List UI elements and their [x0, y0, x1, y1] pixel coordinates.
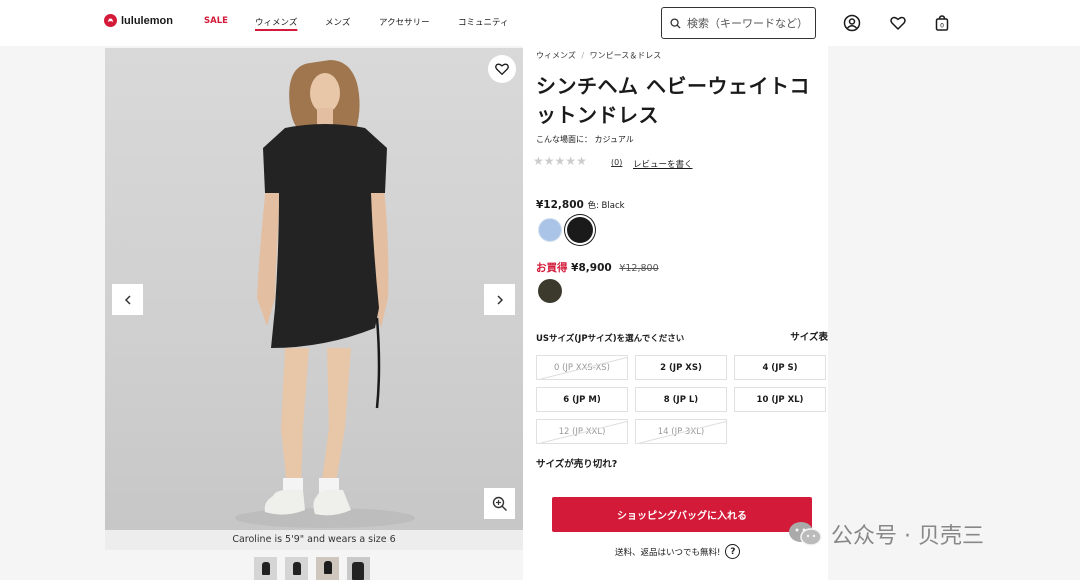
size-option[interactable]: 10 (JP XL) [734, 387, 826, 412]
size-label: 2 (JP XS) [660, 362, 702, 373]
watermark-text: 公众号 · 贝壳三 [831, 524, 984, 549]
price-value: ¥12,800 [536, 199, 584, 211]
size-label: 4 (JP S) [762, 362, 798, 373]
product-title: シンチヘム ヘビーウェイトコットンドレス [536, 74, 810, 127]
swatch-olive[interactable] [538, 279, 562, 303]
breadcrumb-item[interactable]: ウィメンズ [536, 51, 576, 60]
size-chart-link[interactable]: サイズ表 [790, 329, 828, 343]
original-price: ¥12,800 [619, 263, 659, 274]
size-label: 6 (JP M) [563, 394, 601, 405]
size-heading: USサイズ(JPサイズ)を選んでください [536, 334, 685, 344]
rating-stars: ★★★★★ [533, 154, 587, 168]
brand-name: lululemon [121, 14, 173, 27]
zoom-in-icon [492, 496, 507, 511]
review-count[interactable]: (0) [611, 158, 622, 167]
size-option[interactable]: 6 (JP M) [536, 387, 628, 412]
watermark: 公众号 · 贝壳三 [787, 518, 984, 550]
bag-count: 0 [940, 23, 944, 30]
add-to-bag-button[interactable]: ショッピングバッグに入れる [552, 497, 812, 532]
sale-price-line: お買得 ¥8,900 ¥12,800 [536, 260, 659, 275]
chevron-left-icon [124, 294, 131, 305]
nav-item-accessories[interactable]: アクセサリー [379, 16, 430, 28]
sale-price: ¥8,900 [571, 262, 612, 274]
size-option[interactable]: 12 (JP XXL) [536, 419, 628, 444]
previous-image-button[interactable] [112, 284, 143, 315]
wishlist-heart-icon[interactable] [889, 14, 907, 32]
occasion-text: こんな場面に： カジュアル [536, 135, 634, 144]
breadcrumb: ウィメンズ / ワンピース＆ドレス [536, 50, 661, 61]
size-option[interactable]: 4 (JP S) [734, 355, 826, 380]
heart-icon [495, 63, 509, 75]
brand-logo[interactable]: lululemon [104, 14, 173, 27]
size-label: 0 (JP XXS-XS) [554, 362, 610, 373]
star-icon: ★ [576, 154, 587, 168]
thumbnail[interactable] [316, 557, 339, 580]
nav-item-community[interactable]: コミュニティ [458, 16, 509, 28]
shipping-text: 送料、返品はいつでも無料! [615, 547, 721, 558]
shopping-bag-icon[interactable]: 0 [933, 14, 951, 32]
wechat-icon [789, 522, 822, 546]
nav-item-mens[interactable]: メンズ [325, 16, 350, 28]
star-icon: ★ [554, 154, 566, 168]
nav-item-womens[interactable]: ウィメンズ [255, 16, 297, 28]
write-review-link[interactable]: レビューを書く [633, 158, 693, 170]
breadcrumb-separator: / [581, 51, 585, 60]
size-label: 10 (JP XL) [756, 394, 804, 405]
product-photo [235, 60, 415, 528]
size-option[interactable]: 0 (JP XXS-XS) [536, 355, 628, 380]
site-header: lululemon SALE ウィメンズ メンズ アクセサリー コミュニティ 0 [0, 0, 1080, 46]
size-label: 12 (JP XXL) [558, 426, 606, 437]
thumbnail-strip [254, 557, 370, 580]
size-label: 8 (JP L) [663, 394, 699, 405]
zoom-button[interactable] [484, 488, 515, 519]
lululemon-logo-icon [104, 14, 117, 27]
account-icon[interactable] [843, 14, 861, 32]
sale-label: お買得 [536, 262, 568, 274]
thumbnail[interactable] [285, 557, 308, 580]
star-icon: ★ [533, 154, 544, 168]
swatch-black-selected[interactable] [567, 217, 593, 243]
size-option[interactable]: 14 (JP 3XL) [635, 419, 727, 444]
size-label: 14 (JP 3XL) [657, 426, 705, 437]
sold-out-prompt[interactable]: サイズが売り切れ? [536, 456, 617, 470]
search-box[interactable] [661, 7, 816, 39]
breadcrumb-item[interactable]: ワンピース＆ドレス [590, 51, 662, 60]
product-info-panel: ウィメンズ / ワンピース＆ドレス シンチヘム ヘビーウェイトコットンドレス こ… [523, 46, 828, 580]
thumbnail[interactable] [254, 557, 277, 580]
size-option[interactable]: 2 (JP XS) [635, 355, 727, 380]
shipping-note: 送料、返品はいつでも無料! ? [615, 544, 741, 559]
swatch-light-blue[interactable] [538, 218, 562, 242]
help-icon[interactable]: ? [725, 544, 741, 559]
thumbnail[interactable] [347, 557, 370, 580]
search-input[interactable] [687, 16, 807, 30]
model-caption: Caroline is 5'9" and wears a size 6 [105, 530, 523, 550]
nav-item-sale[interactable]: SALE [204, 16, 228, 26]
favorite-button[interactable] [488, 55, 516, 83]
next-image-button[interactable] [484, 284, 515, 315]
size-option[interactable]: 8 (JP L) [635, 387, 727, 412]
search-icon [670, 17, 681, 29]
color-label: 色: Black [587, 201, 625, 211]
product-image-gallery[interactable]: Caroline is 5'9" and wears a size 6 [105, 48, 523, 550]
price: ¥12,800 色: Black [536, 199, 625, 211]
star-icon: ★ [543, 154, 555, 168]
star-icon: ★ [565, 154, 577, 168]
chevron-right-icon [496, 294, 503, 305]
